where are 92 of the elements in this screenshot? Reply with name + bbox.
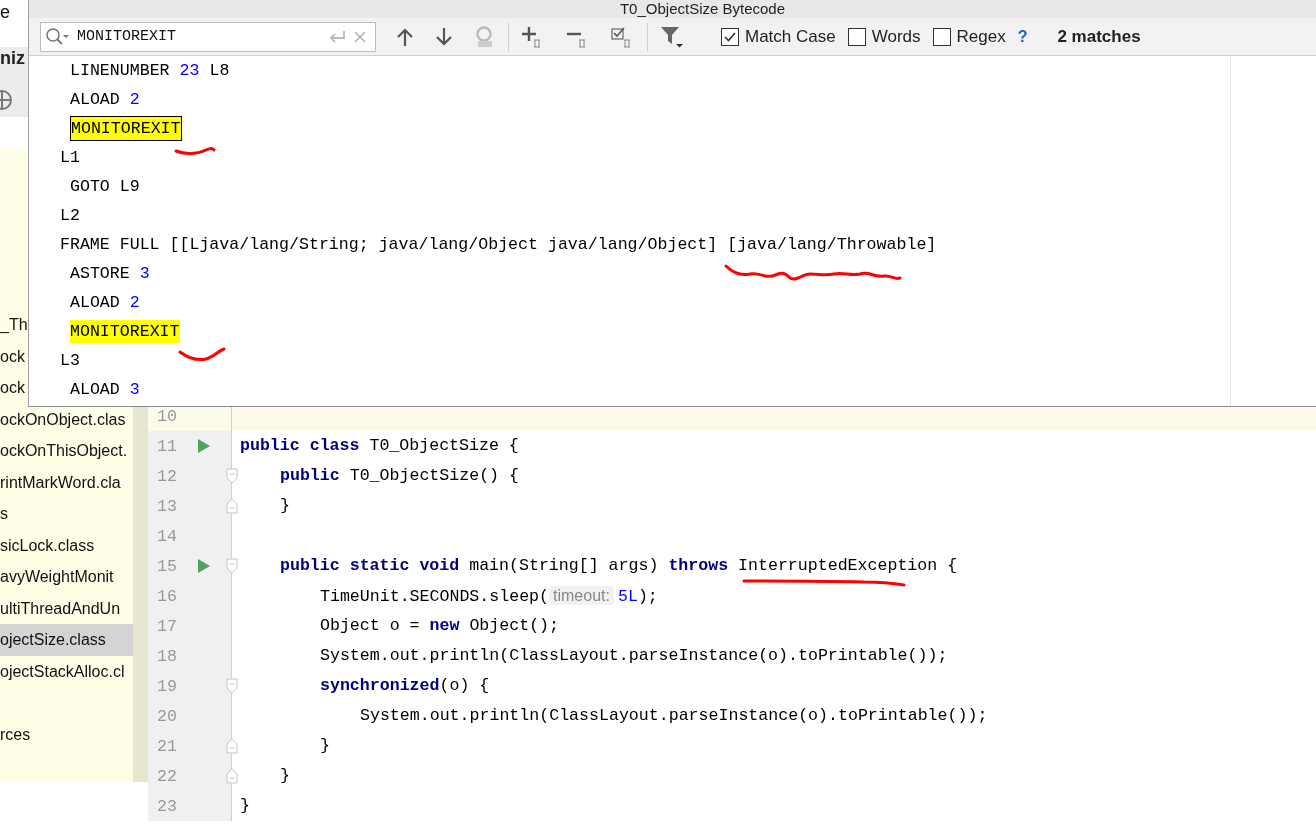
search-input[interactable]: MONITOREXIT: [77, 28, 321, 45]
line-number: 20: [157, 706, 178, 726]
window-title: T0_ObjectSize Bytecode: [619, 0, 786, 18]
search-field[interactable]: MONITOREXIT: [40, 21, 376, 52]
code-text: System.out.println(ClassLayout.parseInstance(o).toPrintable());: [360, 706, 988, 725]
file-tree-item[interactable]: ultiThreadAndUn: [0, 592, 121, 624]
bytecode-text: ALOAD: [70, 90, 121, 109]
bytecode-text: L2: [60, 206, 80, 225]
code-keyword: public: [280, 466, 340, 485]
file-tree-item[interactable]: ockOnObject.clas: [0, 403, 126, 435]
code-text: main(String[] args): [468, 556, 660, 575]
run-icon[interactable]: [198, 439, 210, 453]
arrow-up-icon[interactable]: [396, 26, 414, 47]
bytecode-text: ALOAD: [70, 380, 121, 399]
bytecode-text: FRAME FULL [[Ljava/lang/String; java/lang/Object java/lang/Object] [java/lang/Throwable]: [60, 235, 937, 254]
file-tree-item[interactable]: ock: [0, 340, 25, 372]
code-text: T0_ObjectSize {: [368, 436, 519, 455]
code-text: }: [240, 796, 250, 815]
option-label: Match Case: [745, 26, 836, 47]
file-tree-item[interactable]: s: [0, 498, 8, 530]
line-number: 23: [157, 796, 178, 816]
bytecode-text: GOTO L9: [70, 177, 140, 196]
line-number: 12: [157, 466, 178, 486]
bytecode-text: ALOAD: [70, 293, 121, 312]
code-text: }: [320, 736, 330, 755]
help-link[interactable]: ?: [1017, 27, 1028, 46]
code-text: Object();: [468, 616, 559, 635]
file-tree-item[interactable]: avyWeightMonit: [0, 561, 114, 593]
close-icon[interactable]: [353, 29, 367, 44]
line-number: 15: [157, 556, 178, 576]
checkbox[interactable]: [847, 27, 866, 46]
line-number: 13: [157, 496, 178, 516]
file-tree-item[interactable]: ockOnThisObject.: [0, 435, 128, 467]
parameter-hint: timeout:: [549, 586, 614, 605]
code-keyword: public class: [240, 436, 360, 455]
line-number: 17: [157, 616, 178, 636]
line-number: 18: [157, 646, 178, 666]
bytecode-text: L8: [208, 61, 230, 80]
code-text: TimeUnit.SECONDS.sleep(: [320, 587, 550, 606]
filter-icon[interactable]: [660, 24, 684, 49]
line-number: 11: [157, 436, 178, 456]
newline-icon[interactable]: [327, 28, 347, 45]
file-tree-item[interactable]: _Th: [0, 309, 28, 341]
run-icon[interactable]: [198, 559, 210, 573]
bytecode-number: 3: [139, 264, 150, 283]
search-icon[interactable]: [45, 26, 71, 47]
crosshair-icon[interactable]: [0, 89, 14, 111]
scribble-mark: [178, 347, 226, 362]
line-number: 16: [157, 586, 178, 606]
code-number: 5L: [617, 587, 638, 606]
panel-title: e: [0, 2, 10, 23]
bytecode-number: 23: [179, 61, 200, 80]
toolbar-label: niz: [0, 48, 25, 69]
search-match: MONITOREXIT: [70, 116, 182, 141]
bytecode-number: 2: [129, 293, 140, 312]
match-count: 2 matches: [1057, 26, 1141, 47]
code-text: }: [280, 766, 290, 785]
code-keyword: throws: [668, 556, 729, 575]
file-tree-item[interactable]: rintMarkWord.cla: [0, 466, 121, 498]
option-label: Regex: [956, 26, 1006, 47]
code-text: }: [280, 496, 290, 515]
checkbox[interactable]: [932, 27, 951, 46]
line-number: 14: [157, 526, 178, 546]
code-text: System.out.println(ClassLayout.parseInstance(o).toPrintable());: [320, 646, 948, 665]
option-label: Words: [871, 26, 921, 47]
file-tree-item[interactable]: ojectSize.class: [0, 624, 133, 656]
code-text: T0_ObjectSize() {: [348, 466, 519, 485]
code-text: Object o =: [320, 616, 421, 635]
scribble-mark: [174, 147, 216, 156]
line-number: 19: [157, 676, 178, 696]
line-number: 22: [157, 766, 178, 786]
search-match: MONITOREXIT: [70, 320, 180, 343]
code-keyword: synchronized: [320, 676, 440, 695]
bytecode-number: 3: [129, 380, 140, 399]
file-tree-item[interactable]: rces: [0, 718, 31, 750]
checkbox[interactable]: [721, 27, 739, 46]
code-text: InterruptedException {: [737, 556, 958, 575]
file-tree-item[interactable]: ojectStackAlloc.cl: [0, 655, 125, 687]
file-tree-item[interactable]: sicLock.class: [0, 529, 95, 561]
bytecode-number: 2: [129, 90, 140, 109]
line-number: 10: [157, 406, 178, 426]
code-keyword: new: [429, 616, 460, 635]
code-text: );: [637, 587, 658, 606]
code-keyword: public static void: [280, 556, 460, 575]
bytecode-text: L1: [60, 148, 80, 167]
bytecode-text: LINENUMBER: [70, 61, 171, 80]
file-tree-item[interactable]: ock: [0, 372, 25, 404]
code-text: (o) {: [439, 676, 490, 695]
bytecode-text: ASTORE: [70, 264, 131, 283]
bytecode-text: L3: [60, 351, 80, 370]
line-number: 21: [157, 736, 178, 756]
arrow-down-icon[interactable]: [435, 26, 453, 47]
